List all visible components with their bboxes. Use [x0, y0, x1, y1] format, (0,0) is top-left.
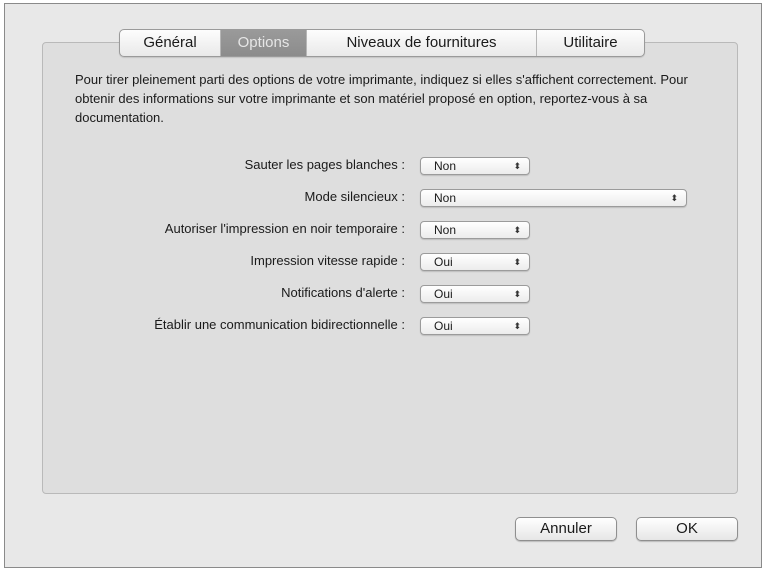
temporary-black-print-popup[interactable]: Non ⬍	[420, 221, 530, 239]
alert-notifications-popup[interactable]: Oui ⬍	[420, 285, 530, 303]
popup-value: Non	[434, 191, 457, 205]
ok-button[interactable]: OK	[636, 517, 738, 541]
tab-options[interactable]: Options	[221, 30, 307, 56]
tab-utility[interactable]: Utilitaire	[537, 30, 644, 56]
popup-value: Oui	[434, 287, 453, 301]
cancel-button[interactable]: Annuler	[515, 517, 617, 541]
popup-arrows-icon: ⬍	[513, 161, 521, 171]
popup-arrows-icon: ⬍	[513, 321, 521, 331]
popup-value: Oui	[434, 319, 453, 333]
bidirectional-communication-popup[interactable]: Oui ⬍	[420, 317, 530, 335]
temporary-black-print-label: Autoriser l'impression en noir temporair…	[164, 221, 405, 236]
tab-general[interactable]: Général	[120, 30, 221, 56]
popup-arrows-icon: ⬍	[513, 225, 521, 235]
quiet-mode-label: Mode silencieux :	[304, 189, 405, 204]
popup-arrows-icon: ⬍	[670, 193, 678, 203]
printer-options-dialog: Général Options Niveaux de fournitures U…	[4, 3, 762, 568]
options-description: Pour tirer pleinement parti des options …	[75, 72, 688, 125]
skip-blank-pages-label: Sauter les pages blanches :	[244, 157, 405, 172]
high-speed-printing-popup[interactable]: Oui ⬍	[420, 253, 530, 271]
tab-supply-levels[interactable]: Niveaux de fournitures	[307, 30, 537, 56]
quiet-mode-popup[interactable]: Non ⬍	[420, 189, 687, 207]
skip-blank-pages-popup[interactable]: Non ⬍	[420, 157, 530, 175]
popup-arrows-icon: ⬍	[513, 257, 521, 267]
popup-value: Oui	[434, 255, 453, 269]
popup-arrows-icon: ⬍	[513, 289, 521, 299]
tab-bar: Général Options Niveaux de fournitures U…	[119, 29, 645, 57]
alert-notifications-label: Notifications d'alerte :	[281, 285, 405, 300]
bidirectional-communication-label: Établir une communication bidirectionnel…	[154, 317, 405, 332]
popup-value: Non	[434, 159, 457, 173]
popup-value: Non	[434, 223, 457, 237]
high-speed-printing-label: Impression vitesse rapide :	[250, 253, 405, 268]
